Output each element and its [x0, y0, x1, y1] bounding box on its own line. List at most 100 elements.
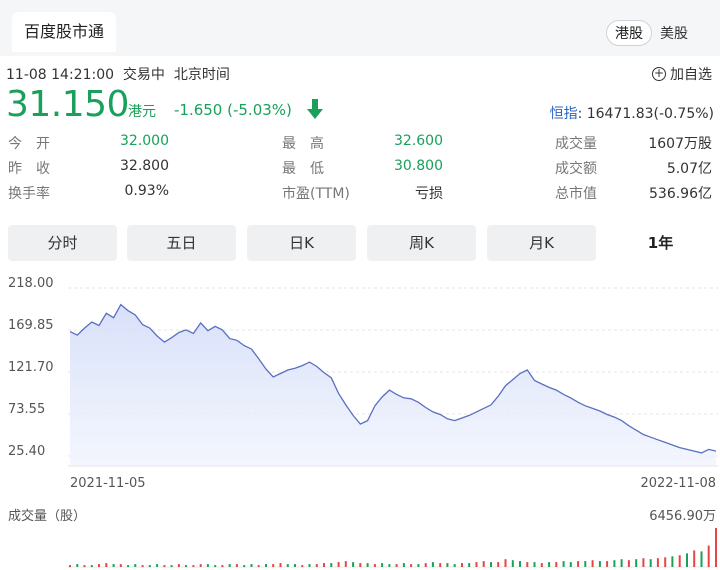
tab-monthly-k[interactable]: 月K: [487, 225, 596, 261]
volume-bar: [569, 562, 572, 567]
volume-bar: [555, 562, 558, 567]
volume-bar: [235, 564, 238, 567]
volume-bar: [294, 564, 296, 567]
stat-value: 亏损: [415, 186, 443, 202]
volume-bar: [337, 562, 340, 567]
trading-status: 交易中: [122, 67, 165, 83]
volume-bar: [715, 528, 717, 567]
volume-bar: [69, 565, 71, 568]
volume-bar: [279, 563, 282, 567]
tab-intraday[interactable]: 分时: [8, 225, 117, 261]
tab-five-day[interactable]: 五日: [127, 225, 236, 261]
volume-bar: [482, 561, 485, 567]
volume-bar: [127, 565, 130, 568]
volume-bar: [424, 563, 427, 567]
volume-bar: [402, 563, 405, 567]
volume-bar: [381, 563, 384, 567]
volume-bar: [606, 561, 609, 567]
volume-bar: [90, 565, 93, 568]
volume-bar: [410, 564, 413, 567]
price-area-fill: [70, 304, 716, 466]
volume-bar: [431, 562, 434, 567]
volume-bar: [656, 558, 659, 567]
volume-bar: [461, 563, 463, 567]
volume-bar: [548, 562, 551, 567]
arrow-down-icon: [307, 99, 323, 119]
volume-bar: [562, 561, 565, 567]
volume-bar: [177, 564, 180, 567]
price-chart[interactable]: 218.00 169.85 121.70 73.55 25.40 2021-11…: [0, 266, 720, 570]
volume-bar: [627, 560, 630, 567]
volume-bar: [511, 560, 514, 567]
volume-bar: [366, 563, 369, 567]
volume-max-label: 6456.90万: [649, 509, 716, 524]
current-price: 31.150: [6, 84, 129, 125]
volume-bar: [344, 561, 347, 567]
volume-bar: [156, 564, 159, 567]
volume-bar: [315, 564, 318, 567]
volume-bar: [686, 553, 688, 567]
market-tab-hk[interactable]: 港股: [606, 20, 652, 46]
y-tick-label: 25.40: [8, 444, 45, 459]
volume-bar: [707, 545, 710, 568]
currency-label: 港元: [128, 104, 156, 120]
y-tick-label: 121.70: [8, 360, 54, 375]
market-tab-us[interactable]: 美股: [652, 21, 696, 45]
stat-label: 最 高: [282, 136, 324, 152]
stat-value: 0.93%: [124, 183, 169, 199]
volume-bar: [228, 564, 231, 567]
volume-label: 成交量（股）: [8, 508, 86, 524]
volume-bar: [352, 562, 355, 567]
volume-bar: [330, 563, 333, 567]
tab-weekly-k[interactable]: 周K: [367, 225, 476, 261]
volume-bar: [671, 556, 674, 567]
quote-timestamp: 11-08 14:21:00: [6, 67, 115, 83]
stat-value: 1607万股: [648, 136, 712, 152]
volume-bar: [192, 565, 195, 568]
volume-bar: [170, 565, 173, 568]
x-start-label: 2021-11-05: [70, 476, 146, 491]
index-label: 恒指: [549, 106, 578, 122]
volume-bar: [388, 564, 391, 567]
volume-bar: [250, 564, 253, 567]
volume-bar: [453, 564, 456, 567]
volume-bar: [591, 560, 594, 567]
volume-bar: [221, 565, 224, 568]
volume-bar: [323, 563, 325, 567]
volume-bar: [446, 563, 449, 567]
stat-label: 昨 收: [8, 161, 50, 177]
stats-row: 昨 收 32.800 最 低 30.800 成交额 5.07亿: [0, 158, 720, 182]
stat-label: 今 开: [8, 136, 50, 152]
volume-bar: [475, 562, 478, 567]
stat-value: 536.96亿: [649, 186, 712, 202]
app-tab[interactable]: 百度股市通: [12, 12, 117, 52]
plus-circle-icon: +: [652, 66, 666, 81]
volume-bar: [243, 565, 246, 568]
volume-bar: [664, 557, 667, 568]
volume-bar: [678, 555, 681, 567]
volume-bar: [134, 564, 137, 567]
volume-bar: [141, 565, 144, 568]
stat-value: 5.07亿: [666, 161, 712, 177]
stat-label: 市盈(TTM): [282, 186, 350, 202]
volume-bar: [620, 559, 623, 567]
volume-bar: [185, 565, 188, 568]
volume-bar: [286, 564, 289, 567]
volume-bar: [98, 564, 100, 567]
volume-bar: [497, 562, 500, 567]
volume-bar: [373, 564, 376, 567]
tab-one-year[interactable]: 1年: [606, 225, 715, 261]
stat-label: 最 低: [282, 161, 324, 177]
volume-bar: [504, 559, 507, 567]
tab-daily-k[interactable]: 日K: [247, 225, 356, 261]
volume-bar: [214, 565, 217, 568]
volume-bar: [584, 561, 587, 567]
volume-bar: [526, 562, 529, 567]
add-watchlist-button[interactable]: + 加自选: [652, 64, 712, 84]
volume-bar: [163, 565, 166, 568]
volume-bar: [257, 565, 260, 568]
hang-seng-index[interactable]: 恒指: 16471.83(-0.75%): [550, 103, 714, 123]
volume-bar: [301, 565, 304, 568]
volume-bar: [199, 564, 202, 567]
price-change: -1.650 (-5.03%): [174, 101, 292, 119]
